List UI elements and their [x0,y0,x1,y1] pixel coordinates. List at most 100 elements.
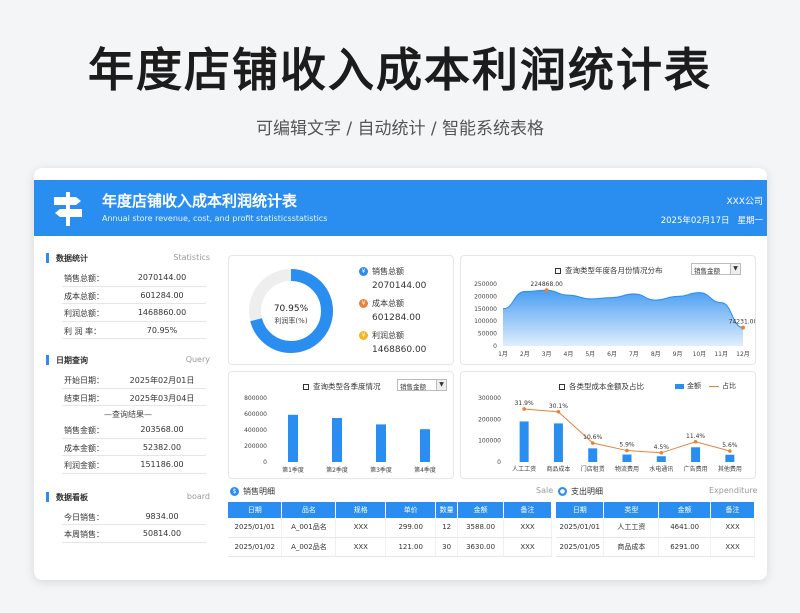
bar [519,421,529,462]
legend-value: 601284.00 [372,313,421,323]
bar-legend-swatch [675,383,684,389]
x-tick-label: 8月 [651,351,661,358]
query-label: 销售金额： [64,426,104,435]
column-header: 规格 [335,502,387,518]
x-tick-label: 11月 [714,351,728,358]
table-cell: 商品成本 [603,537,660,557]
expense-table-title: 支出明细 [571,487,603,496]
percent-label: 5.9% [619,442,635,449]
expense-table-en: Expenditure [709,486,758,495]
quarterly-type-select[interactable]: 销售金额 ▼ [397,379,447,391]
donut-panel: 70.95% 利润率(%) ¥ 销售总额 2070144.00 ¥ 成本总额 6012… [228,255,454,365]
company-name: XXX公司 [726,197,764,207]
column-header: 金额 [658,502,712,518]
y-tick-label: 100000 [478,438,501,445]
table-cell: XXX [710,537,755,557]
select-value: 销售金额 [400,383,426,391]
table-cell: 2025/01/02 [228,537,283,557]
percent-label: 11.4% [686,433,705,440]
bar [656,456,666,462]
bar [332,418,342,462]
monthly-title-text: 查询类型年度各月份情况分布 [565,266,663,275]
expense-table-header: ● 支出明细 [558,486,603,497]
legend-sales: ¥ 销售总额 [359,266,404,277]
checkbox-icon [555,268,561,274]
table-cell: 人工工资 [603,518,660,538]
stat-row: 利 润 率： 70.95% [42,323,214,341]
board-row: 本周销售： 50814.00 [42,526,214,544]
legend-label: 利润总额 [372,331,404,340]
x-tick-label: 广告费用 [684,465,708,473]
table-cell: 121.00 [385,537,437,557]
table-cell: 4641.00 [658,518,712,538]
table-cell: A_002品名 [281,537,337,557]
y-tick-label: 0 [263,459,267,466]
banner-date: 2025年02月17日 星期一 [653,214,763,226]
stat-value: 2070144.00 [137,273,187,282]
x-tick-label: 12月 [736,351,750,358]
table-row: 2025/01/01 A_001品名 XXX 299.00 12 3588.00 XXX [228,518,552,538]
end-date-label: 结束日期： [64,393,104,403]
legend-cost: ¥ 成本总额 [359,298,404,309]
board-value: 9834.00 [145,511,179,521]
end-date-row[interactable]: 结束日期： 2025年03月04日 [42,390,214,408]
monthly-type-select[interactable]: 销售金额 ▼ [691,263,741,275]
stat-value: 1468860.00 [137,308,187,317]
board-label: 今日销售： [64,512,104,522]
stat-label: 销售总额： [64,274,104,283]
yen-icon: ¥ [359,267,368,276]
table-cell: 299.00 [385,518,437,538]
page-title: 年度店铺收入成本利润统计表 [88,43,712,97]
data-point-marker [741,325,745,330]
bar [588,448,598,462]
end-date-input[interactable]: 2025年03月04日 [122,393,202,404]
sales-table-title: 销售明细 [243,487,275,496]
data-label: 74231.00 [729,319,755,326]
select-value: 销售金额 [694,267,720,275]
bar [725,454,735,462]
bar [691,447,701,462]
query-value: 151186.00 [140,460,184,469]
percent-point [625,448,629,453]
column-header: 品名 [281,502,337,518]
x-tick-label: 10月 [693,351,707,358]
percent-label: 30.1% [549,403,568,410]
stats-section: 数据统计 Statistics 销售总额： 2070144.00 成本总额： 6012… [42,248,214,340]
column-header: 金额 [457,502,505,518]
quarterly-title-text: 查询类型各季度情况 [313,382,381,391]
query-row: 利润金额： 151186.00 [42,457,214,475]
stat-value: 70.95% [146,325,178,335]
stats-header: 数据统计 Statistics [42,248,214,270]
banner-subtitle: Annual store revenue, cost, and profit s… [102,214,328,223]
table-cell: XXX [335,537,387,557]
chevron-down-icon: ▼ [730,264,740,274]
cost-legend: 金额 占比 [675,381,736,391]
stats-en: Statistics [173,253,210,262]
x-tick-label: 人工工资 [512,465,536,473]
y-tick-label: 0 [493,343,497,350]
column-header: 类型 [603,502,660,518]
table-cell: A_001品名 [281,518,337,538]
start-date-input[interactable]: 2025年02月01日 [122,375,202,386]
sales-icon: $ [230,487,239,496]
query-section: 日期查询 Query 开始日期： 2025年02月01日 结束日期： 2025年03月… [42,350,214,475]
sales-table-header: $ 销售明细 [230,486,275,497]
x-tick-label: 门店租赁 [581,465,605,473]
stat-row: 成本总额： 601284.00 [42,288,214,306]
percent-point [556,410,561,414]
percent-label: 10.6% [583,434,602,441]
bar [376,424,386,462]
column-header: 备注 [710,502,755,518]
table-row: 2025/01/02 A_002品名 XXX 121.00 30 3630.00 XXX [228,537,552,557]
board-title: 数据看板 [56,492,88,502]
x-tick-label: 3月 [542,351,552,358]
data-label: 224868.00 [530,281,563,288]
stat-label: 利 润 率： [64,326,102,336]
start-date-row[interactable]: 开始日期： 2025年02月01日 [42,372,214,390]
stat-row: 销售总额： 2070144.00 [42,270,214,288]
percent-point [659,451,664,455]
area-fill [503,290,743,346]
x-tick-label: 第3季度 [370,466,392,474]
sales-table-en: Sale [536,486,554,495]
donut-center-label: 利润率(%) [274,316,307,325]
